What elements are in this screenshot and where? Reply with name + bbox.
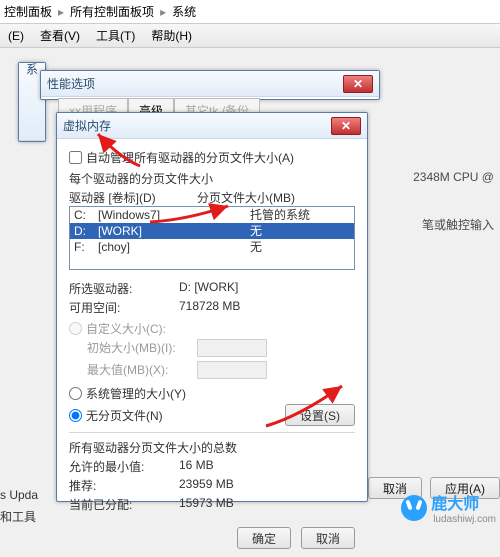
background-text-bottom: s Upda 和工具: [0, 482, 38, 525]
no-paging-radio[interactable]: [69, 409, 82, 422]
system-managed-radio[interactable]: [69, 387, 82, 400]
system-managed-label: 系统管理的大小(Y): [86, 385, 186, 402]
auto-manage-label: 自动管理所有驱动器的分页文件大小(A): [86, 149, 294, 166]
menu-view[interactable]: 查看(V): [40, 27, 80, 44]
currently-allocated-label: 当前已分配:: [69, 496, 179, 513]
ok-button[interactable]: 确定: [237, 527, 291, 549]
custom-size-label: 自定义大小(C):: [86, 320, 166, 337]
breadcrumb-item[interactable]: 所有控制面板项: [70, 3, 154, 20]
drive-list[interactable]: C:[Windows7]托管的系统D:[WORK]无F:[choy]无: [69, 206, 355, 270]
close-icon[interactable]: ✕: [331, 117, 361, 135]
totals-title: 所有驱动器分页文件大小的总数: [69, 439, 355, 456]
custom-size-radio[interactable]: [69, 322, 82, 335]
initial-size-input[interactable]: [197, 339, 267, 357]
menu-help[interactable]: 帮助(H): [151, 27, 192, 44]
vm-title: 虚拟内存: [63, 117, 331, 134]
menu-edit[interactable]: (E): [8, 29, 24, 43]
no-paging-label: 无分页文件(N): [86, 407, 163, 424]
col-size-header: 分页文件大小(MB): [197, 189, 295, 206]
menu-tools[interactable]: 工具(T): [96, 27, 135, 44]
drive-row[interactable]: D:[WORK]无: [70, 223, 354, 239]
auto-manage-checkbox[interactable]: [69, 151, 82, 164]
paging-each-label: 每个驱动器的分页文件大小: [69, 170, 355, 187]
bg-updates-text: s Upda: [0, 488, 38, 502]
deer-icon: [401, 495, 427, 521]
available-space-label: 可用空间:: [69, 299, 179, 316]
initial-size-label: 初始大小(MB)(I):: [87, 339, 197, 357]
cancel-button[interactable]: 取消: [301, 527, 355, 549]
bg-pen-text: 笔或触控输入: [413, 216, 500, 233]
set-button[interactable]: 设置(S): [285, 404, 355, 426]
performance-options-window: 性能选项 ✕: [40, 70, 380, 100]
min-allowed-label: 允许的最小值:: [69, 458, 179, 475]
max-size-input[interactable]: [197, 361, 267, 379]
recommended-label: 推荐:: [69, 477, 179, 494]
breadcrumb-item[interactable]: 控制面板: [4, 3, 52, 20]
virtual-memory-dialog: 虚拟内存 ✕ 自动管理所有驱动器的分页文件大小(A) 每个驱动器的分页文件大小 …: [56, 112, 368, 502]
drive-row[interactable]: C:[Windows7]托管的系统: [70, 207, 354, 223]
chevron-right-icon: ▸: [58, 5, 64, 19]
drive-row[interactable]: F:[choy]无: [70, 239, 354, 255]
breadcrumb-item[interactable]: 系统: [172, 3, 196, 20]
bg-tools-text: 和工具: [0, 508, 38, 525]
performance-options-title: 性能选项: [47, 75, 343, 92]
currently-allocated-value: 15973 MB: [179, 496, 234, 513]
col-drive-header: 驱动器 [卷标](D): [69, 189, 197, 206]
system-window-title: 系: [24, 63, 41, 140]
selected-drive-label: 所选驱动器:: [69, 280, 179, 297]
background-text: 2348M CPU @ 笔或触控输入: [413, 170, 500, 265]
watermark-url: ludashiwj.com: [433, 514, 496, 525]
selected-drive-value: D: [WORK]: [179, 280, 238, 297]
watermark: 鹿大师 ludashiwj.com: [401, 490, 496, 525]
menubar: (E) 查看(V) 工具(T) 帮助(H): [0, 24, 500, 48]
recommended-value: 23959 MB: [179, 477, 234, 494]
chevron-right-icon: ▸: [160, 5, 166, 19]
breadcrumb: 控制面板 ▸ 所有控制面板项 ▸ 系统: [0, 0, 500, 24]
available-space-value: 718728 MB: [179, 299, 240, 316]
close-icon[interactable]: ✕: [343, 75, 373, 93]
min-allowed-value: 16 MB: [179, 458, 214, 475]
bg-cpu-text: 2348M CPU @: [413, 170, 500, 184]
watermark-name: 鹿大师: [431, 490, 496, 514]
max-size-label: 最大值(MB)(X):: [87, 361, 197, 379]
